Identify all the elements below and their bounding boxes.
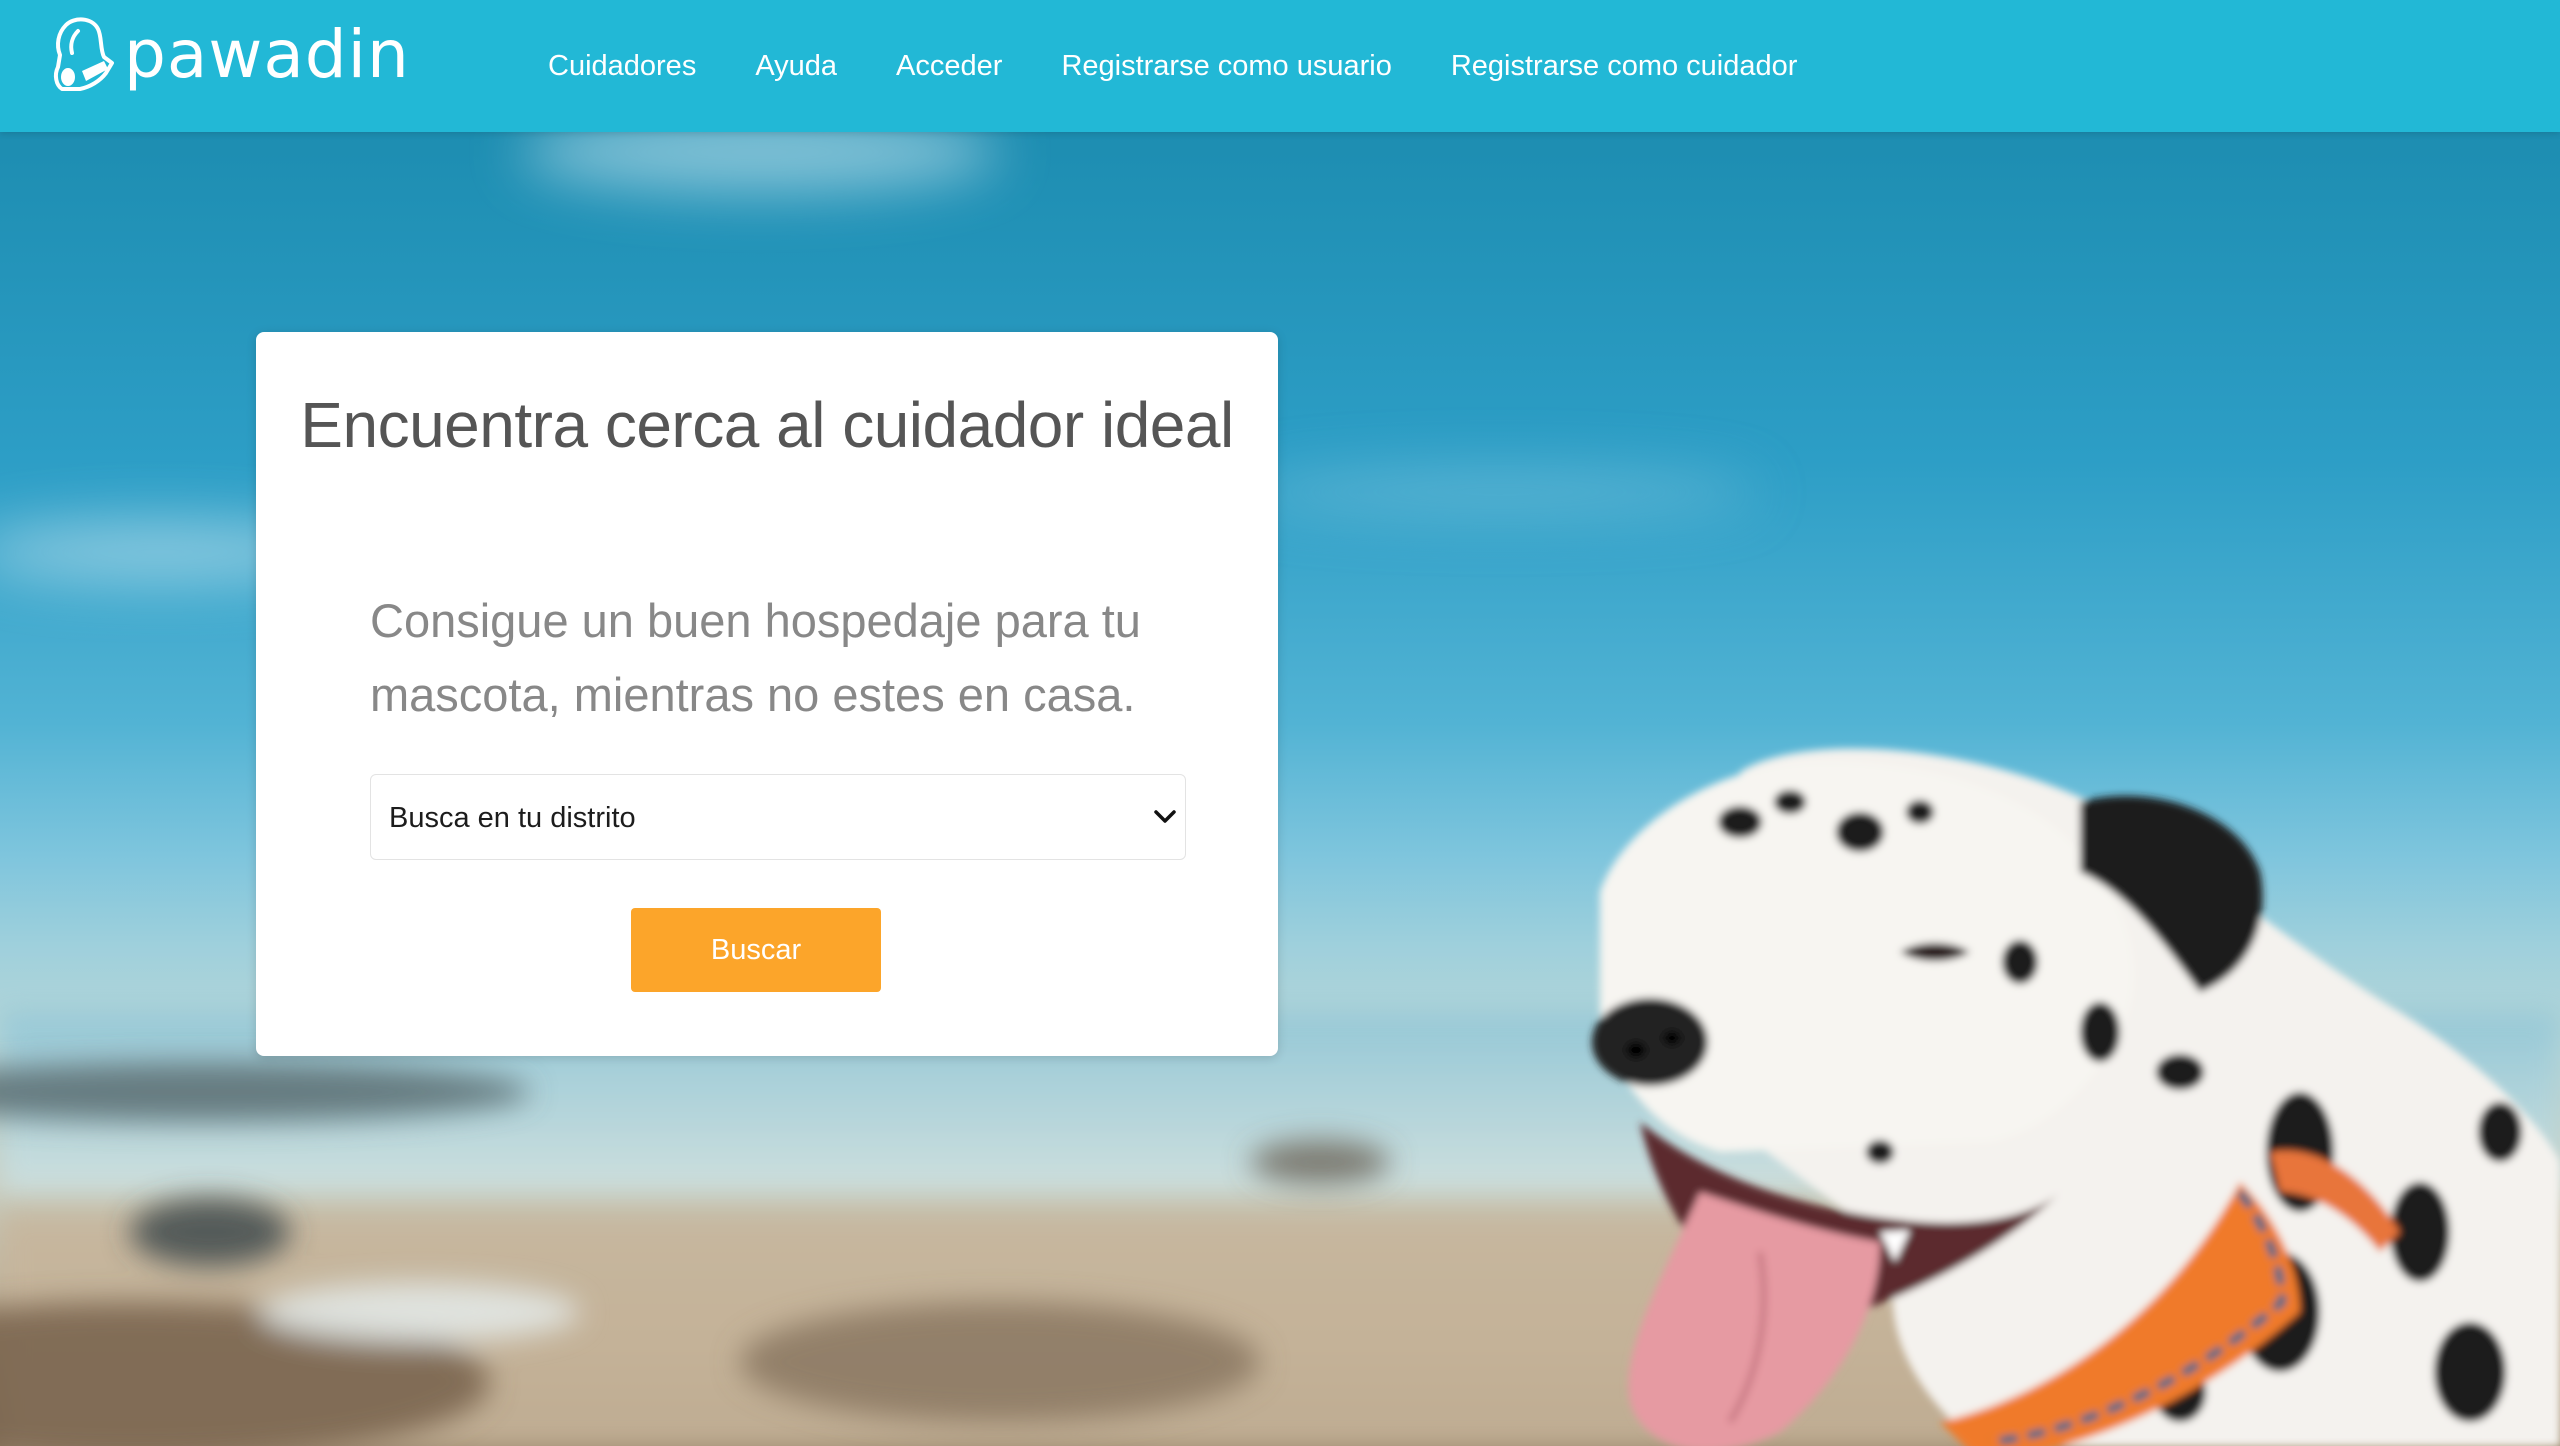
chevron-down-icon <box>1154 810 1176 823</box>
main-nav: Cuidadores Ayuda Acceder Registrarse com… <box>548 40 1856 92</box>
search-card-subtitle: Consigue un buen hospedaje para tu masco… <box>370 594 1141 721</box>
nav-register-user-link[interactable]: Registrarse como usuario <box>1061 50 1391 83</box>
district-select-value: Busca en tu distrito <box>389 802 636 834</box>
district-select[interactable]: Busca en tu distrito <box>370 774 1186 860</box>
nav-ayuda-link[interactable]: Ayuda <box>755 50 837 83</box>
dalmatian-dog <box>1592 748 2560 1446</box>
brand-name: pawadin <box>124 16 410 93</box>
search-card-title: Encuentra cerca al cuidador ideal <box>300 389 1234 461</box>
brand-logo-link[interactable]: pawadin <box>48 12 410 98</box>
top-navbar: pawadin Cuidadores Ayuda Acceder Registr… <box>0 0 2560 132</box>
search-button[interactable]: Buscar <box>631 908 881 992</box>
nav-register-caregiver-link[interactable]: Registrarse como cuidador <box>1451 50 1798 83</box>
dog-logo-icon <box>53 17 114 91</box>
nav-acceder-link[interactable]: Acceder <box>896 50 1002 83</box>
search-card: Encuentra cerca al cuidador ideal Consig… <box>256 332 1278 1056</box>
nav-cuidadores-link[interactable]: Cuidadores <box>548 50 696 83</box>
